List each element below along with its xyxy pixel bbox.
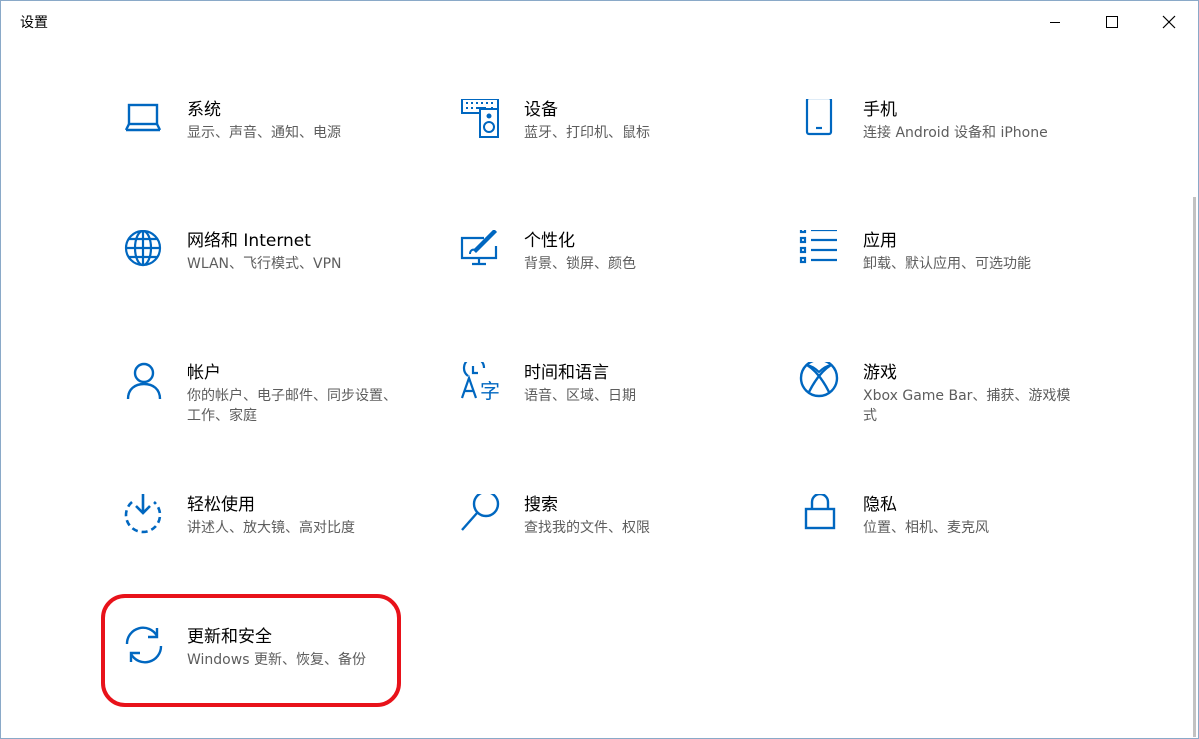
minimize-button[interactable] (1027, 1, 1083, 43)
tile-personalization-desc: 背景、锁屏、颜色 (524, 256, 636, 272)
tile-devices-desc: 蓝牙、打印机、鼠标 (524, 125, 650, 141)
tile-time-language[interactable]: 字 时间和语言 语音、区域、日期 (460, 362, 760, 452)
window-title: 设置 (20, 15, 48, 31)
tile-personalization-name: 个性化 (524, 231, 575, 251)
person-icon (123, 362, 163, 402)
tile-privacy-name: 隐私 (863, 495, 897, 515)
sync-icon (123, 626, 163, 666)
xbox-icon (799, 362, 839, 402)
laptop-icon (123, 99, 163, 139)
tile-apps[interactable]: 应用 卸载、默认应用、可选功能 (799, 230, 1099, 320)
tile-update-security[interactable]: 更新和安全 Windows 更新、恢复、备份 (123, 626, 423, 716)
lock-icon (799, 494, 839, 534)
tile-ease-of-access-desc: 讲述人、放大镜、高对比度 (187, 520, 355, 536)
tile-apps-desc: 卸载、默认应用、可选功能 (863, 256, 1031, 272)
tile-phone-name: 手机 (863, 100, 897, 120)
time-language-icon: 字 (460, 362, 500, 402)
maximize-button[interactable] (1084, 1, 1140, 43)
title-bar[interactable]: 设置 (1, 1, 1198, 43)
close-icon (1162, 15, 1176, 29)
tile-accounts-desc: 你的帐户、电子邮件、同步设置、工作、家庭 (187, 388, 397, 424)
ease-of-access-icon (123, 494, 163, 534)
keyboard-speaker-icon (460, 99, 500, 139)
minimize-icon (1050, 22, 1060, 23)
tile-gaming[interactable]: 游戏 Xbox Game Bar、捕获、游戏模式 (799, 362, 1099, 452)
tile-devices-name: 设备 (524, 100, 558, 120)
search-icon (460, 494, 500, 534)
tile-ease-of-access[interactable]: 轻松使用 讲述人、放大镜、高对比度 (123, 494, 423, 584)
tile-time-language-desc: 语音、区域、日期 (524, 388, 636, 404)
tile-system-desc: 显示、声音、通知、电源 (187, 125, 341, 141)
globe-icon (123, 230, 163, 270)
tile-system-name: 系统 (187, 100, 221, 120)
tile-apps-name: 应用 (863, 231, 897, 251)
tile-gaming-desc: Xbox Game Bar、捕获、游戏模式 (863, 388, 1071, 424)
svg-text:字: 字 (480, 379, 500, 402)
phone-icon (799, 99, 839, 139)
tile-personalization[interactable]: 个性化 背景、锁屏、颜色 (460, 230, 760, 320)
close-button[interactable] (1141, 1, 1197, 43)
tile-time-language-name: 时间和语言 (524, 363, 609, 383)
tile-privacy-desc: 位置、相机、麦克风 (863, 520, 989, 536)
tile-phone-desc: 连接 Android 设备和 iPhone (863, 125, 1048, 141)
tile-network[interactable]: 网络和 Internet WLAN、飞行模式、VPN (123, 230, 423, 320)
tile-search[interactable]: 搜索 查找我的文件、权限 (460, 494, 760, 584)
app-list-icon (799, 230, 839, 270)
tile-update-security-name: 更新和安全 (187, 627, 272, 647)
tile-search-desc: 查找我的文件、权限 (524, 520, 650, 536)
tile-privacy[interactable]: 隐私 位置、相机、麦克风 (799, 494, 1099, 584)
settings-window: 设置 系统 显示、声音、通知、电源 设备 蓝牙、打印机、鼠标 手机 连接 And… (0, 0, 1199, 739)
tile-system[interactable]: 系统 显示、声音、通知、电源 (123, 99, 423, 189)
tile-ease-of-access-name: 轻松使用 (187, 495, 255, 515)
monitor-brush-icon (460, 230, 500, 270)
tile-phone[interactable]: 手机 连接 Android 设备和 iPhone (799, 99, 1099, 189)
tile-update-security-desc: Windows 更新、恢复、备份 (187, 652, 366, 668)
tile-network-desc: WLAN、飞行模式、VPN (187, 256, 342, 272)
tile-search-name: 搜索 (524, 495, 558, 515)
tile-network-name: 网络和 Internet (187, 231, 311, 251)
maximize-icon (1106, 16, 1118, 28)
tile-gaming-name: 游戏 (863, 363, 897, 383)
tile-accounts-name: 帐户 (187, 363, 221, 383)
vertical-scrollbar[interactable] (1193, 197, 1196, 737)
tile-devices[interactable]: 设备 蓝牙、打印机、鼠标 (460, 99, 760, 189)
tile-accounts[interactable]: 帐户 你的帐户、电子邮件、同步设置、工作、家庭 (123, 362, 423, 452)
